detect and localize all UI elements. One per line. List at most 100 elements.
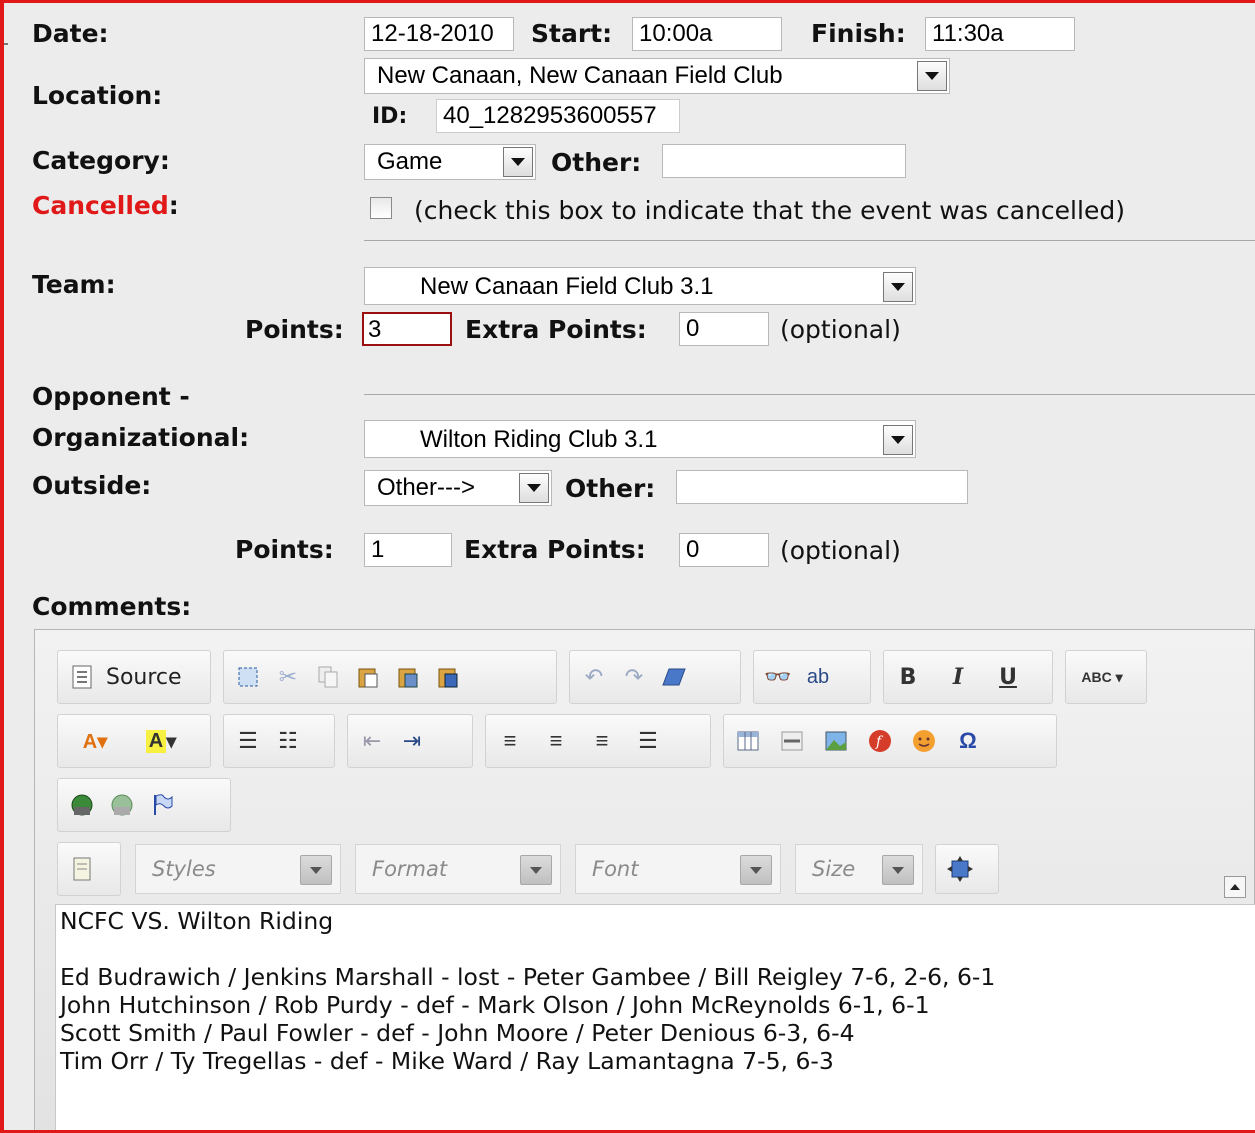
- outside-label: Outside:: [32, 471, 152, 500]
- unlink-icon[interactable]: [106, 789, 138, 821]
- editor-content-area[interactable]: NCFC VS. Wilton Riding Ed Budrawich / Jen…: [55, 904, 1255, 1130]
- paste-word-icon[interactable]: [432, 661, 464, 693]
- chevron-down-icon[interactable]: [883, 272, 913, 302]
- link-icon[interactable]: [66, 789, 98, 821]
- size-combo[interactable]: Size: [795, 844, 923, 894]
- styles-combo[interactable]: Styles: [135, 844, 341, 894]
- format-combo-label: Format: [372, 857, 448, 881]
- id-input[interactable]: 40_1282953600557: [436, 99, 680, 133]
- toolbar-group-indent: ⇤ ⇥: [347, 714, 473, 768]
- chevron-down-icon[interactable]: [917, 61, 947, 91]
- outside-other-input[interactable]: [676, 470, 968, 504]
- organizational-label: Organizational:: [32, 423, 250, 452]
- opponent-points-label: Points:: [235, 535, 334, 564]
- category-other-input[interactable]: [662, 144, 906, 178]
- outside-opponent-select[interactable]: Other--->: [364, 470, 552, 506]
- align-left-icon[interactable]: ≡: [494, 725, 526, 757]
- team-points-input[interactable]: 3: [362, 312, 452, 346]
- italic-icon[interactable]: I: [942, 661, 974, 693]
- chevron-down-icon[interactable]: [519, 473, 549, 503]
- smiley-icon[interactable]: [908, 725, 940, 757]
- chevron-down-icon[interactable]: [520, 855, 552, 885]
- toolbar-group-align: ≡ ≡ ≡ ☰: [485, 714, 711, 768]
- anchor-flag-icon[interactable]: [146, 789, 178, 821]
- editor-content-line: Tim Orr / Ty Tregellas - def - Mike Ward…: [60, 1047, 834, 1075]
- outside-select-value: Other--->: [377, 474, 476, 501]
- special-char-icon[interactable]: Ω: [952, 725, 984, 757]
- background-color-icon[interactable]: A ▾: [132, 725, 190, 757]
- divider-stub: [4, 43, 8, 45]
- cancelled-label-colon: :: [168, 191, 179, 220]
- chevron-down-icon[interactable]: [882, 855, 914, 885]
- cancelled-hint: (check this box to indicate that the eve…: [414, 196, 1125, 225]
- paste-text-icon[interactable]: [392, 661, 424, 693]
- eraser-icon[interactable]: [658, 661, 690, 693]
- numbered-list-icon[interactable]: ☰: [232, 725, 264, 757]
- date-input[interactable]: 12-18-2010: [364, 17, 514, 51]
- source-icon[interactable]: [66, 661, 98, 693]
- templates-icon[interactable]: [66, 853, 98, 885]
- finish-time-input[interactable]: 11:30a: [925, 17, 1075, 51]
- editor-content-line: Ed Budrawich / Jenkins Marshall - lost -…: [60, 963, 996, 991]
- editor-content-line: John Hutchinson / Rob Purdy - def - Mark…: [60, 991, 930, 1019]
- paste-icon[interactable]: [352, 661, 384, 693]
- chevron-down-icon[interactable]: [883, 425, 913, 455]
- text-color-icon[interactable]: A▾: [66, 725, 124, 757]
- chevron-down-icon[interactable]: [300, 855, 332, 885]
- justify-icon[interactable]: ☰: [632, 725, 664, 757]
- team-points-label: Points:: [245, 315, 344, 344]
- divider: [364, 394, 1255, 395]
- toolbar-group-clipboard: ✂: [223, 650, 557, 704]
- replace-icon[interactable]: ab: [802, 661, 834, 693]
- outdent-icon[interactable]: ⇤: [356, 725, 388, 757]
- undo-icon[interactable]: ↶: [578, 661, 610, 693]
- opponent-extra-points-label: Extra Points:: [464, 535, 646, 564]
- cancelled-label-text: Cancelled: [32, 191, 169, 220]
- cut-icon[interactable]: ✂: [272, 661, 304, 693]
- start-time-input[interactable]: 10:00a: [632, 17, 782, 51]
- flash-icon[interactable]: f: [864, 725, 896, 757]
- team-extra-points-input[interactable]: 0: [679, 312, 769, 346]
- horizontal-rule-icon[interactable]: [776, 725, 808, 757]
- bulleted-list-icon[interactable]: ☷: [272, 725, 304, 757]
- cancelled-label: Cancelled:: [32, 191, 179, 221]
- team-select[interactable]: New Canaan Field Club 3.1: [364, 267, 916, 305]
- toolbar-group-basic-styles: B I U: [883, 650, 1053, 704]
- opponent-points-input[interactable]: 1: [364, 533, 452, 567]
- redo-icon[interactable]: ↷: [618, 661, 650, 693]
- toolbar-group-insert: f Ω: [723, 714, 1057, 768]
- maximize-icon[interactable]: [944, 853, 976, 885]
- chevron-down-icon[interactable]: [503, 147, 533, 177]
- toolbar-group-links: [57, 778, 231, 832]
- table-icon[interactable]: [732, 725, 764, 757]
- toolbar-group-lists: ☰ ☷: [223, 714, 335, 768]
- source-button-label[interactable]: Source: [106, 665, 182, 690]
- copy-icon[interactable]: [312, 661, 344, 693]
- font-combo[interactable]: Font: [575, 844, 781, 894]
- collapse-toolbar-icon[interactable]: [1224, 876, 1246, 898]
- chevron-down-icon[interactable]: [740, 855, 772, 885]
- category-select[interactable]: Game: [364, 144, 536, 180]
- align-center-icon[interactable]: ≡: [540, 725, 572, 757]
- location-select-value: New Canaan, New Canaan Field Club: [377, 62, 783, 89]
- bold-icon[interactable]: B: [892, 661, 924, 693]
- align-right-icon[interactable]: ≡: [586, 725, 618, 757]
- select-all-icon[interactable]: [232, 661, 264, 693]
- image-icon[interactable]: [820, 725, 852, 757]
- spellcheck-icon[interactable]: ABC ▾: [1074, 661, 1130, 693]
- opponent-optional-note: (optional): [780, 536, 901, 565]
- opponent-extra-points-input[interactable]: 0: [679, 533, 769, 567]
- toolbar-group-find: 👓 ab: [753, 650, 871, 704]
- format-combo[interactable]: Format: [355, 844, 561, 894]
- toolbar-group-spellcheck: ABC ▾: [1065, 650, 1147, 704]
- editor-content-line: Scott Smith / Paul Fowler - def - John M…: [60, 1019, 855, 1047]
- underline-icon[interactable]: U: [992, 661, 1024, 693]
- location-select[interactable]: New Canaan, New Canaan Field Club: [364, 58, 950, 94]
- category-label: Category:: [32, 146, 170, 175]
- organizational-opponent-select[interactable]: Wilton Riding Club 3.1: [364, 420, 916, 458]
- divider: [364, 240, 1255, 241]
- find-icon[interactable]: 👓: [762, 661, 794, 693]
- cancelled-checkbox[interactable]: [370, 197, 392, 219]
- indent-icon[interactable]: ⇥: [396, 725, 428, 757]
- start-label: Start:: [531, 19, 613, 48]
